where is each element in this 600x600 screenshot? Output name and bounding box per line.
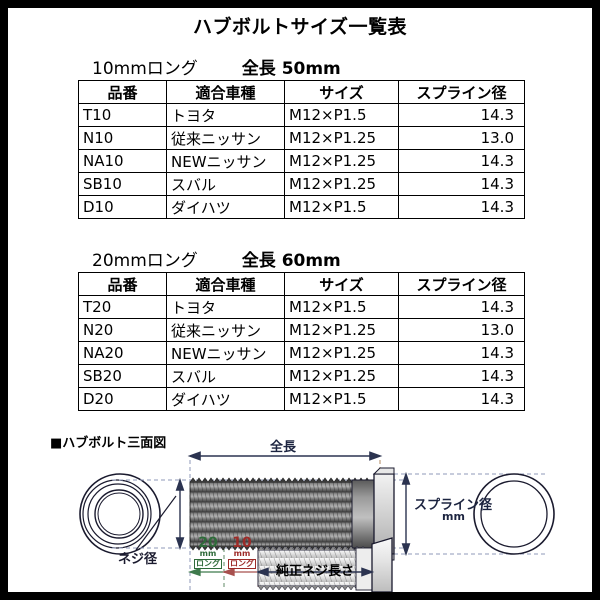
hub-bolt-diagram: ■ハブボルト三面図 全長 ネジ径 スプライン径 mm 純正ネジ長さ 20 mm … [8, 422, 592, 592]
thread-diameter-dimension [175, 477, 185, 551]
section-heading-20mm: 20mmロング 全長 60mm [92, 246, 341, 271]
cell-spline: 13.0 [398, 318, 525, 342]
extension-tag-20mm: 20 mm ロング [194, 536, 222, 569]
cell-part: T10 [78, 103, 167, 127]
cell-part: D10 [78, 195, 167, 219]
cell-size: M12×P1.25 [284, 149, 399, 173]
cell-size: M12×P1.5 [284, 387, 399, 411]
table-row: SB20 スバル M12×P1.25 14.3 [78, 364, 525, 388]
col-header-size: サイズ [284, 80, 399, 104]
col-header-part: 品番 [78, 272, 167, 296]
section-overall-length-value-20mm: 60mm [281, 251, 341, 271]
cell-spline: 14.3 [398, 103, 525, 127]
table-row: D20 ダイハツ M12×P1.5 14.3 [78, 387, 525, 411]
col-header-spline: スプライン径 [398, 272, 525, 296]
cell-vehicle: スバル [166, 172, 285, 196]
page-title: ハブボルトサイズ一覧表 [193, 16, 407, 38]
section-label-10mm: 10mmロング [92, 59, 198, 79]
table-row: N10 従来ニッサン M12×P1.25 13.0 [78, 126, 525, 150]
cell-size: M12×P1.25 [284, 364, 399, 388]
cell-vehicle: 従来ニッサン [166, 318, 285, 342]
cell-part: D20 [78, 387, 167, 411]
cell-part: NA20 [78, 341, 167, 365]
cell-spline: 14.3 [398, 295, 525, 319]
extension-tag-20mm-value: 20 [198, 535, 218, 551]
section-overall-length-value-10mm: 50mm [281, 59, 341, 79]
extension-20mm-arrow [187, 567, 223, 577]
table-row: SB10 スバル M12×P1.25 14.3 [78, 172, 525, 196]
cell-spline: 14.3 [398, 195, 525, 219]
table-row: NA20 NEWニッサン M12×P1.25 14.3 [78, 341, 525, 365]
cell-part: N20 [78, 318, 167, 342]
extension-10mm-arrow [221, 567, 257, 577]
cell-vehicle: NEWニッサン [166, 149, 285, 173]
extension-tag-10mm-jp: ロング [228, 559, 256, 569]
cell-part: N10 [78, 126, 167, 150]
cell-size: M12×P1.5 [284, 103, 399, 127]
section-heading-10mm: 10mmロング 全長 50mm [92, 54, 341, 79]
table-row: T20 トヨタ M12×P1.5 14.3 [78, 295, 525, 319]
bolt-end-view-left [79, 473, 161, 555]
cell-vehicle: ダイハツ [166, 387, 285, 411]
cell-vehicle: NEWニッサン [166, 341, 285, 365]
cell-part: SB20 [78, 364, 167, 388]
bolt-end-view-right [473, 473, 555, 555]
image-frame: ハブボルトサイズ一覧表 10mmロング 全長 50mm 品番 適合車種 サイズ ス… [0, 0, 600, 600]
cell-size: M12×P1.5 [284, 195, 399, 219]
cell-size: M12×P1.5 [284, 295, 399, 319]
cell-vehicle: トヨタ [166, 103, 285, 127]
table-header-row: 品番 適合車種 サイズ スプライン径 [78, 272, 525, 296]
section-overall-length-label-10mm: 全長 [241, 59, 276, 79]
section-label-20mm: 20mmロング [92, 251, 198, 271]
spec-table-10mm: 品番 適合車種 サイズ スプライン径 T10 トヨタ M12×P1.5 14.3… [78, 80, 525, 219]
col-header-vehicle: 適合車種 [166, 272, 285, 296]
cell-part: T20 [78, 295, 167, 319]
cell-vehicle: ダイハツ [166, 195, 285, 219]
cell-size: M12×P1.25 [284, 341, 399, 365]
cell-part: NA10 [78, 149, 167, 173]
section-overall-length-label-20mm: 全長 [241, 251, 276, 271]
table-row: D10 ダイハツ M12×P1.5 14.3 [78, 195, 525, 219]
spec-table-20mm: 品番 適合車種 サイズ スプライン径 T20 トヨタ M12×P1.5 14.3… [78, 272, 525, 411]
cell-spline: 14.3 [398, 172, 525, 196]
cell-size: M12×P1.25 [284, 172, 399, 196]
col-header-size: サイズ [284, 272, 399, 296]
extension-tag-10mm: 10 mm ロング [228, 536, 256, 569]
extension-tag-10mm-unit: mm [233, 549, 251, 558]
cell-part: SB10 [78, 172, 167, 196]
table-row: T10 トヨタ M12×P1.5 14.3 [78, 103, 525, 127]
spline-diameter-dimension [401, 471, 411, 557]
col-header-vehicle: 適合車種 [166, 80, 285, 104]
cell-vehicle: 従来ニッサン [166, 126, 285, 150]
thread-diameter-label: ネジ径 [118, 552, 158, 567]
cell-spline: 14.3 [398, 387, 525, 411]
extension-tag-10mm-value: 10 [232, 535, 252, 551]
cell-vehicle: トヨタ [166, 295, 285, 319]
cell-size: M12×P1.25 [284, 126, 399, 150]
cell-spline: 14.3 [398, 149, 525, 173]
col-header-part: 品番 [78, 80, 167, 104]
cell-spline: 13.0 [398, 126, 525, 150]
genuine-thread-length-label: 純正ネジ長さ [276, 564, 355, 579]
table-header-row: 品番 適合車種 サイズ スプライン径 [78, 80, 525, 104]
overall-length-label: 全長 [270, 440, 297, 455]
extension-tag-20mm-jp: ロング [194, 559, 222, 569]
extension-tag-20mm-unit: mm [199, 549, 217, 558]
cell-spline: 14.3 [398, 364, 525, 388]
cell-vehicle: スバル [166, 364, 285, 388]
cell-size: M12×P1.25 [284, 318, 399, 342]
document-page: ハブボルトサイズ一覧表 10mmロング 全長 50mm 品番 適合車種 サイズ ス… [8, 8, 592, 592]
table-row: N20 従来ニッサン M12×P1.25 13.0 [78, 318, 525, 342]
col-header-spline: スプライン径 [398, 80, 525, 104]
cell-spline: 14.3 [398, 341, 525, 365]
spline-diameter-unit: mm [442, 510, 465, 523]
table-row: NA10 NEWニッサン M12×P1.25 14.3 [78, 149, 525, 173]
